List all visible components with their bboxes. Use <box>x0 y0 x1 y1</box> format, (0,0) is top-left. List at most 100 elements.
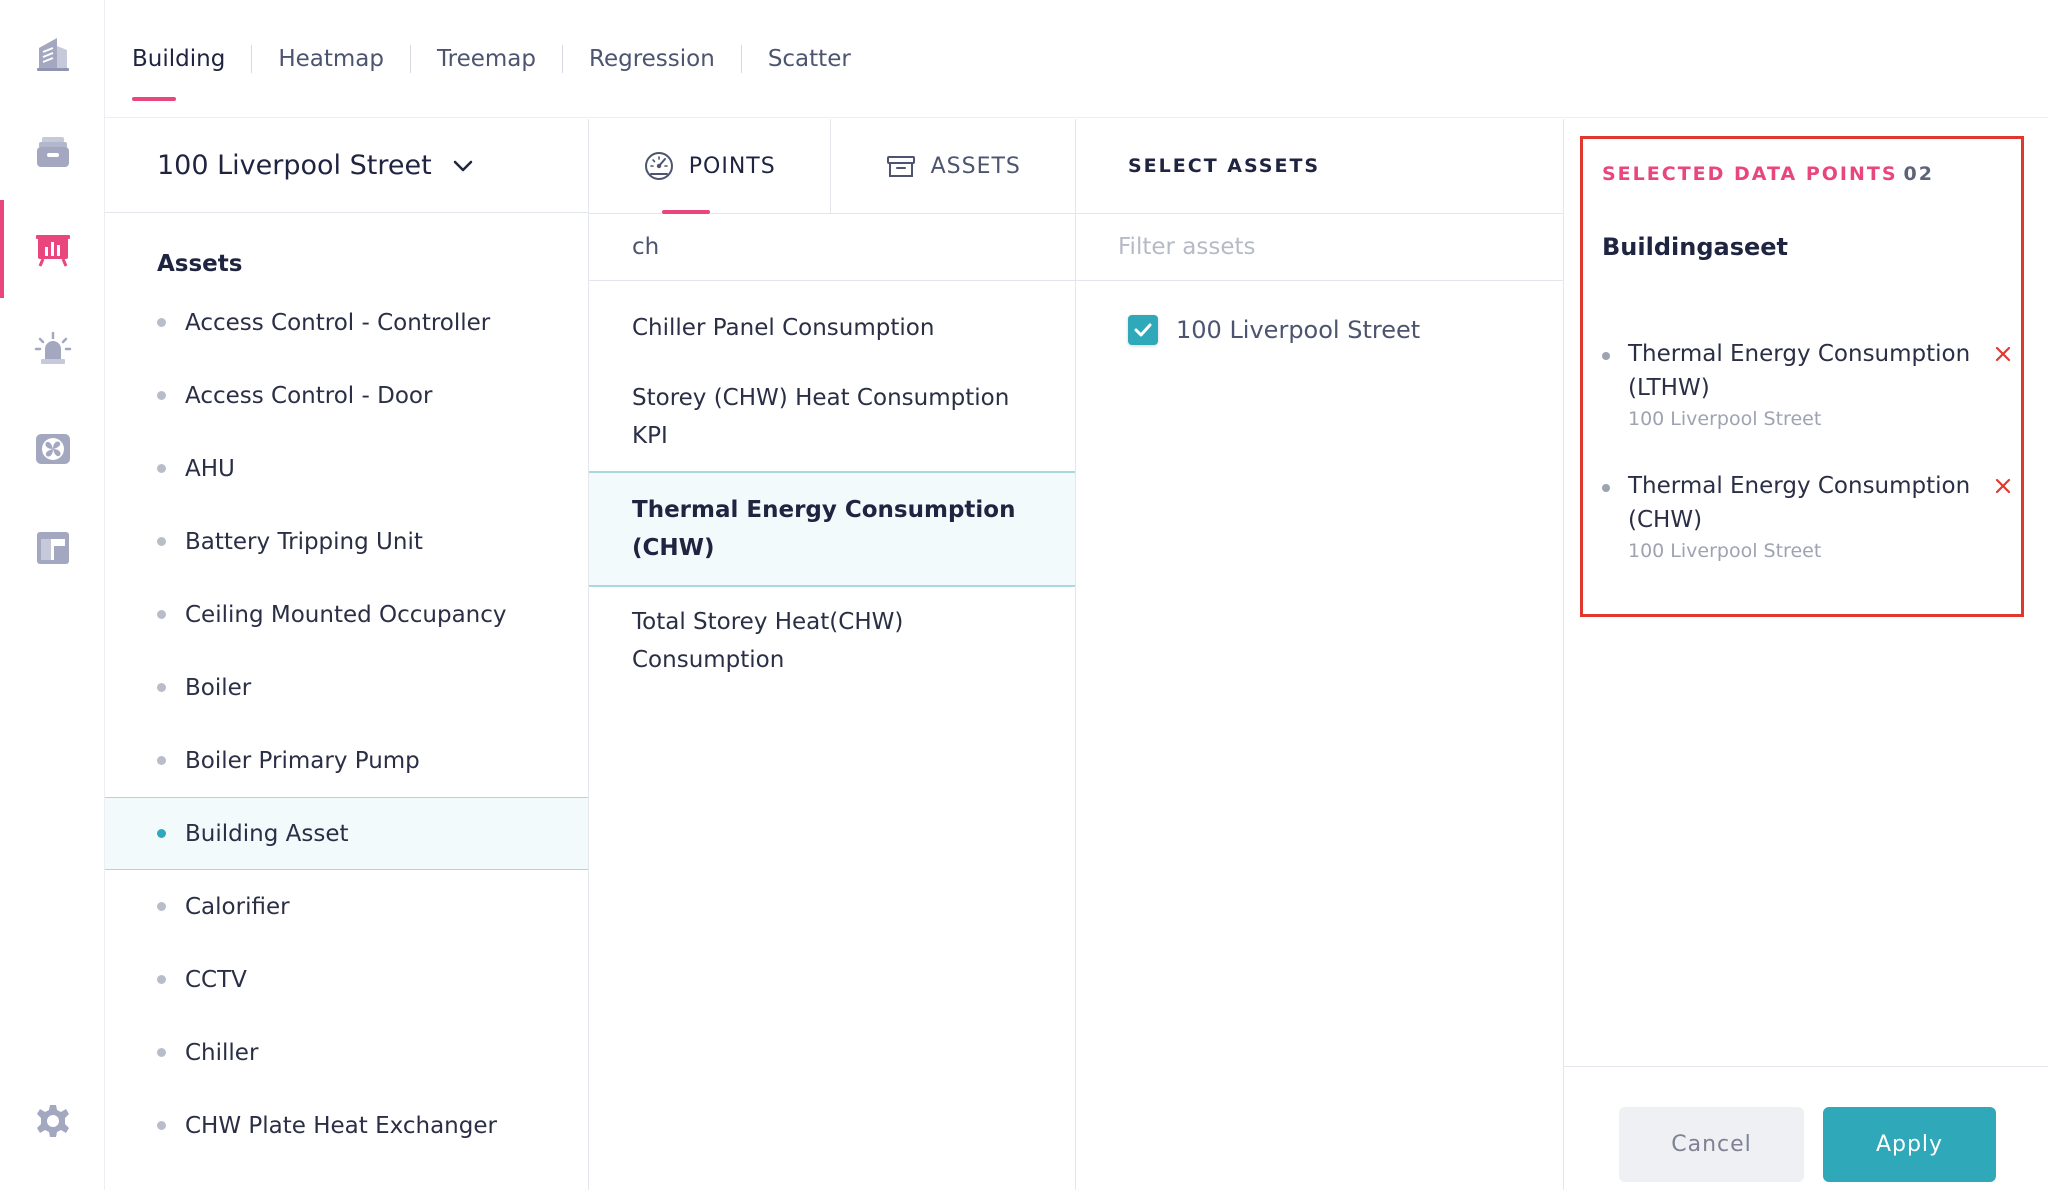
bullet-icon <box>1602 484 1610 492</box>
view-tabs: Building Heatmap Treemap Regression Scat… <box>105 0 2048 118</box>
panel-footer: Cancel Apply <box>1564 1066 2048 1190</box>
tab-treemap[interactable]: Treemap <box>411 44 563 73</box>
bullet-icon <box>157 756 166 765</box>
points-assets-tabs: POINTS ASSETS <box>589 119 1075 214</box>
bullet-icon <box>157 318 166 327</box>
assets-heading: Assets <box>157 251 243 277</box>
tab-points-label: POINTS <box>688 153 776 179</box>
asset-list-item[interactable]: Ceiling Mounted Occupancy <box>105 578 588 651</box>
selected-point-item: Thermal Energy Consumption (LTHW) 100 Li… <box>1602 337 2012 430</box>
selected-group-title: Buildingaseet <box>1602 233 1789 261</box>
bullet-icon <box>157 1048 166 1057</box>
tab-building[interactable]: Building <box>132 44 253 101</box>
selected-point-item: Thermal Energy Consumption (CHW) 100 Liv… <box>1602 469 2012 562</box>
filter-assets <box>1076 214 1563 281</box>
selected-point-asset: 100 Liverpool Street <box>1628 408 1822 430</box>
bullet-icon <box>1602 352 1610 360</box>
close-icon[interactable] <box>1994 345 2012 363</box>
checkmark-icon <box>1134 323 1152 337</box>
left-rail <box>0 0 105 1190</box>
asset-label: AHU <box>185 455 235 482</box>
asset-label: Boiler Primary Pump <box>185 747 420 774</box>
rail-item-alarms[interactable] <box>0 300 105 398</box>
chart-icon <box>35 235 70 267</box>
close-icon[interactable] <box>1994 477 2012 495</box>
selected-point-name: Thermal Energy Consumption (LTHW) <box>1628 341 1971 401</box>
asset-list-item[interactable]: Calorifier <box>105 870 588 943</box>
asset-label: Calorifier <box>185 893 290 920</box>
asset-label: Boiler <box>185 674 252 701</box>
bullet-icon <box>157 902 166 911</box>
rail-item-analytics[interactable] <box>0 200 105 298</box>
cancel-button[interactable]: Cancel <box>1619 1107 1804 1182</box>
point-list-item[interactable]: Total Storey Heat(CHW) Consumption <box>589 587 1075 695</box>
point-list-item[interactable]: Chiller Panel Consumption <box>589 293 1075 363</box>
asset-list-item[interactable]: Access Control - Door <box>105 359 588 432</box>
point-list: Chiller Panel Consumption Storey (CHW) H… <box>589 293 1075 695</box>
selected-point-asset: 100 Liverpool Street <box>1628 540 1822 562</box>
rail-item-hvac[interactable] <box>0 400 105 498</box>
tab-regression[interactable]: Regression <box>563 44 742 73</box>
bullet-icon <box>157 391 166 400</box>
bullet-icon <box>157 537 166 546</box>
asset-checkbox[interactable] <box>1128 315 1158 345</box>
point-list-item-selected[interactable]: Thermal Energy Consumption (CHW) <box>589 471 1075 587</box>
points-search <box>589 214 1075 281</box>
selected-points-count: 02 <box>1903 163 1934 185</box>
selected-point-name: Thermal Energy Consumption (CHW) <box>1628 473 1971 533</box>
tab-assets-label: ASSETS <box>930 153 1021 179</box>
asset-list-item[interactable]: Boiler Primary Pump <box>105 724 588 797</box>
rail-item-buildings[interactable] <box>0 5 105 103</box>
select-assets-heading: SELECT ASSETS <box>1076 119 1563 214</box>
asset-list-item-selected[interactable]: Building Asset <box>105 797 588 870</box>
bullet-icon <box>157 610 166 619</box>
selected-points-box: SELECTED DATA POINTS 02 Buildingaseet The… <box>1580 136 2024 617</box>
asset-list-item[interactable]: CCTV <box>105 943 588 1016</box>
alarm-icon <box>34 331 71 364</box>
asset-list-item[interactable]: CHW Plate Heat Exchanger <box>105 1089 588 1162</box>
gauge-icon <box>644 152 673 180</box>
asset-label: CHW Plate Heat Exchanger <box>185 1112 497 1139</box>
archive-box-icon <box>886 156 915 177</box>
rail-item-settings[interactable] <box>0 1072 105 1170</box>
bullet-icon <box>157 1121 166 1130</box>
points-search-input[interactable] <box>632 234 1032 260</box>
tab-heatmap[interactable]: Heatmap <box>252 44 411 73</box>
tab-points[interactable]: POINTS <box>589 119 831 214</box>
building-dropdown[interactable]: 100 Liverpool Street <box>105 119 588 213</box>
selected-points-panel: SELECTED DATA POINTS 02 Buildingaseet The… <box>1564 119 2048 1190</box>
bullet-icon <box>157 464 166 473</box>
selected-points-title: SELECTED DATA POINTS <box>1602 163 1898 185</box>
asset-checkbox-label: 100 Liverpool Street <box>1176 316 1421 344</box>
asset-list-item[interactable]: Battery Tripping Unit <box>105 505 588 578</box>
selected-points-heading: SELECTED DATA POINTS 02 <box>1602 163 1934 185</box>
bullet-icon <box>157 829 166 838</box>
gear-icon <box>36 1105 69 1137</box>
floorplan-icon <box>36 532 69 564</box>
asset-label: Ceiling Mounted Occupancy <box>185 601 507 628</box>
bullet-icon <box>157 683 166 692</box>
rail-item-archive[interactable] <box>0 103 105 201</box>
asset-list-item[interactable]: Chiller <box>105 1016 588 1089</box>
point-list-item[interactable]: Storey (CHW) Heat Consumption KPI <box>589 363 1075 471</box>
tab-assets[interactable]: ASSETS <box>831 119 1076 213</box>
asset-label: CCTV <box>185 966 247 993</box>
fan-icon <box>35 434 70 464</box>
bullet-icon <box>157 975 166 984</box>
chevron-down-icon <box>453 160 472 171</box>
asset-label: Battery Tripping Unit <box>185 528 423 555</box>
assets-panel: 100 Liverpool Street Assets Access Contr… <box>105 119 589 1190</box>
select-assets-panel: SELECT ASSETS 100 Liverpool Street <box>1076 119 1564 1190</box>
asset-label: Access Control - Controller <box>185 309 491 336</box>
apply-button[interactable]: Apply <box>1823 1107 1996 1182</box>
archive-icon <box>36 137 69 167</box>
asset-list-item[interactable]: Boiler <box>105 651 588 724</box>
filter-assets-input[interactable] <box>1118 234 1538 260</box>
asset-label: Chiller <box>185 1039 259 1066</box>
tab-scatter[interactable]: Scatter <box>742 45 877 73</box>
rail-item-floorplan[interactable] <box>0 499 105 597</box>
asset-checkbox-row[interactable]: 100 Liverpool Street <box>1076 315 1563 345</box>
asset-list-item[interactable]: Access Control - Controller <box>105 286 588 359</box>
asset-label: Building Asset <box>185 820 349 847</box>
asset-list-item[interactable]: AHU <box>105 432 588 505</box>
